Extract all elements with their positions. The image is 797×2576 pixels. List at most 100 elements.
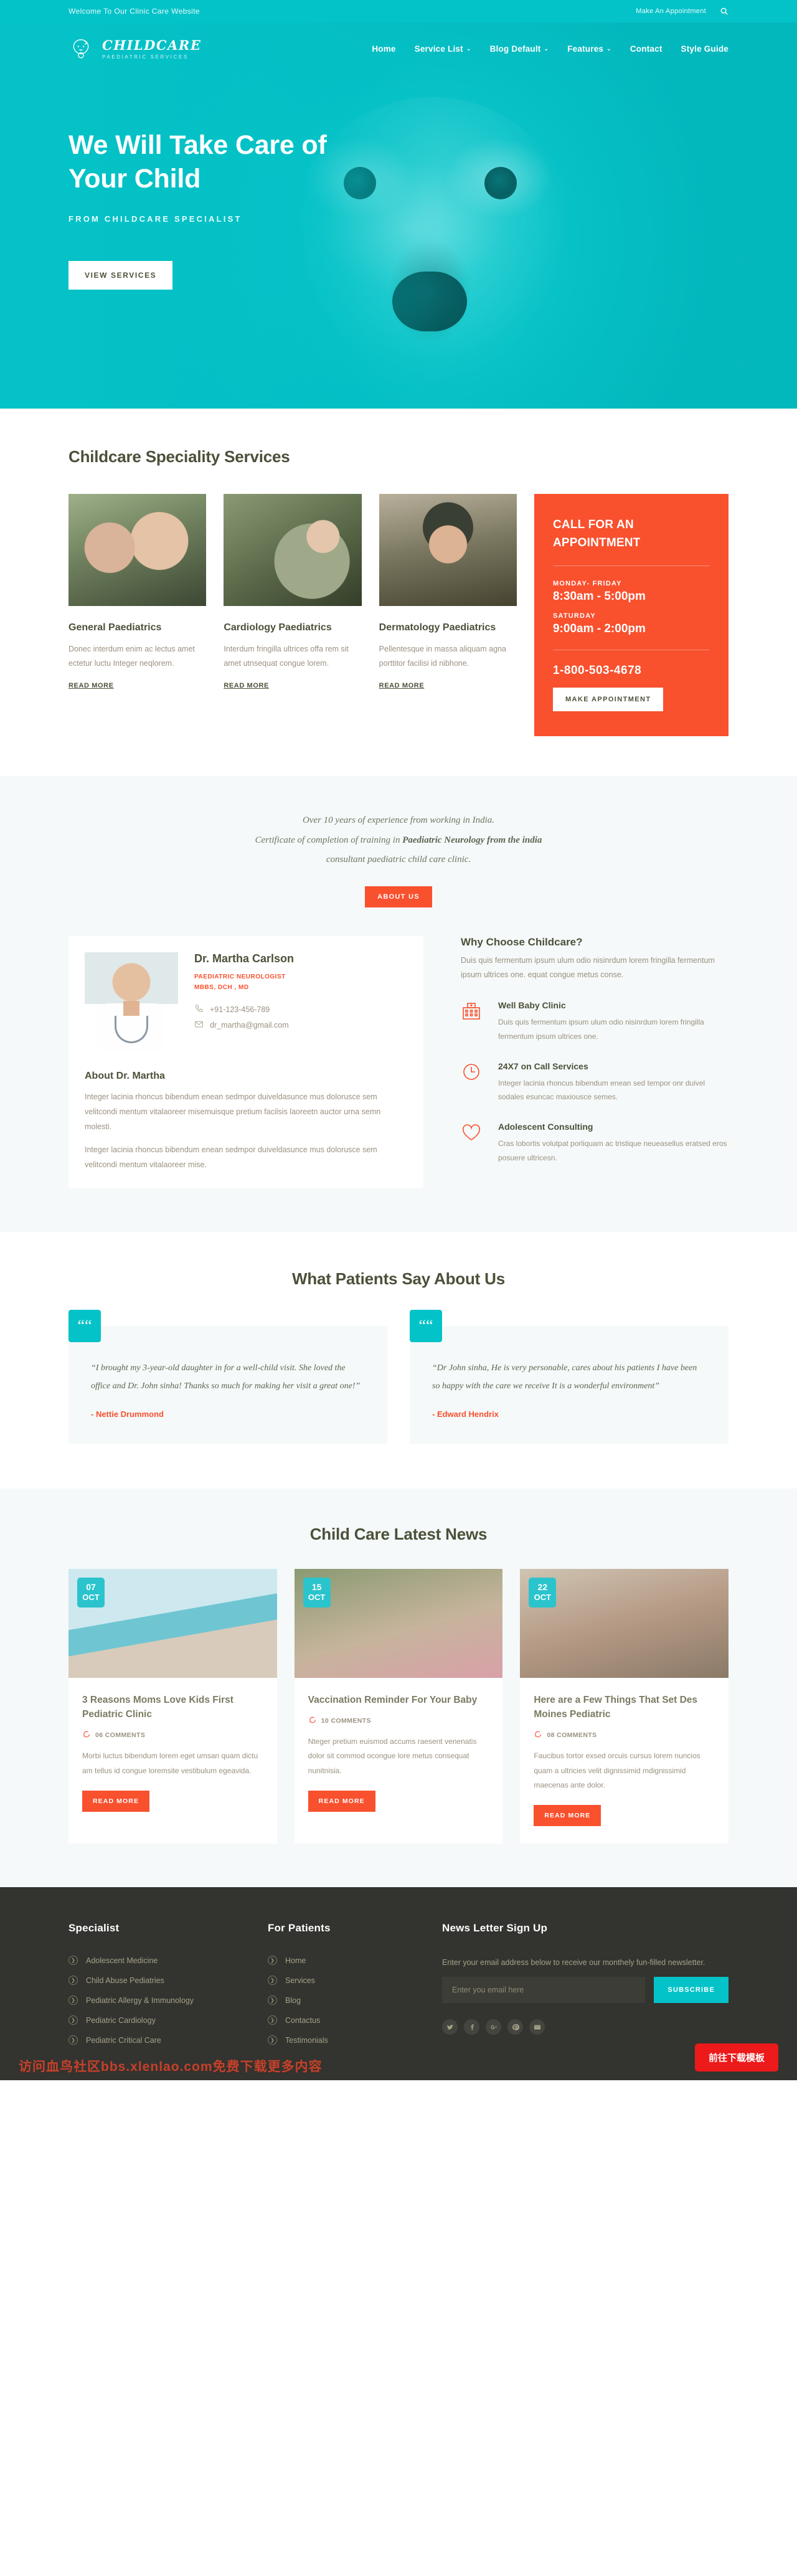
footer-link[interactable]: Blog — [285, 1996, 301, 2005]
footer-link[interactable]: Adolescent Medicine — [86, 1956, 158, 1965]
chevron-right-icon: ❯ — [268, 1956, 277, 1966]
why-choose-block: Why Choose Childcare? Duis quis fermentu… — [461, 936, 729, 1165]
date-badge: 07 OCT — [77, 1577, 105, 1608]
quote-icon: ““ — [410, 1310, 442, 1343]
download-template-button[interactable]: 前往下载模板 — [694, 2043, 778, 2072]
read-more-link[interactable]: READ MORE — [379, 682, 425, 689]
footer-link-item[interactable]: ❯ Pediatric Cardiology — [68, 2015, 255, 2025]
footer-specialist-column: Specialist ❯ Adolescent Medicine ❯ Child A… — [68, 1922, 255, 2055]
news-card[interactable]: 22 OCT Here are a Few Things That Set De… — [520, 1568, 729, 1844]
doctor-phone-row[interactable]: +91-123-456-789 — [194, 1004, 294, 1015]
quote-icon: ““ — [68, 1310, 101, 1343]
nav-item-style-guide[interactable]: Style Guide — [681, 44, 729, 54]
nav-label: Features — [567, 44, 604, 54]
testimonial-author: - Edward Hendrix — [432, 1409, 499, 1419]
news-headline: Vaccination Reminder For Your Baby — [308, 1694, 478, 1705]
chevron-right-icon: ❯ — [68, 2035, 78, 2045]
footer-link-item[interactable]: ❯ Child Abuse Pediatries — [68, 1976, 255, 1986]
twitter-icon[interactable] — [442, 2019, 458, 2035]
subscribe-button[interactable]: SUBSCRIBE — [654, 1977, 729, 2004]
weekday-label: MONDAY- FRIDAY — [552, 580, 622, 587]
chevron-down-icon: ⌄ — [544, 45, 549, 52]
nav-item-service-list[interactable]: Service List ⌄ — [415, 44, 471, 54]
footer-link-item[interactable]: ❯ Home — [268, 1956, 430, 1966]
pinterest-icon[interactable] — [507, 2019, 523, 2035]
about-us-button[interactable]: ABOUT US — [365, 886, 432, 907]
make-appointment-link[interactable]: Make An Appointment — [636, 7, 706, 15]
testimonial-card: ““ “Dr John sinha, He is very personable… — [410, 1310, 729, 1444]
brand-logo[interactable]: CHILDCARE PAEDIATRIC SERVICES — [68, 36, 201, 61]
footer-link-item[interactable]: ❯ Pediatric Allergy & Immunology — [68, 1996, 255, 2005]
footer-link[interactable]: Home — [285, 1956, 306, 1965]
footer-link-item[interactable]: ❯ Services — [268, 1976, 430, 1986]
date-month: OCT — [82, 1593, 100, 1603]
comment-icon — [534, 1730, 542, 1740]
footer-link[interactable]: Services — [285, 1976, 315, 1985]
navbar: CHILDCARE PAEDIATRIC SERVICES Home Servi… — [31, 22, 766, 61]
footer-link[interactable]: Pediatric Cardiology — [86, 2016, 156, 2025]
news-meta: 10 COMMENTS — [308, 1716, 489, 1726]
service-card[interactable]: Dermatology Paediatrics Pellentesque in … — [379, 494, 517, 691]
news-comment-count: 10 COMMENTS — [321, 1717, 371, 1725]
chevron-right-icon: ❯ — [68, 1996, 78, 2005]
footer-link[interactable]: Child Abuse Pediatries — [86, 1976, 164, 1985]
testimonial-author: - Nettie Drummond — [91, 1409, 164, 1419]
footer-link[interactable]: Pediatric Allergy & Immunology — [86, 1996, 194, 2005]
news-meta: 08 COMMENTS — [534, 1730, 715, 1740]
news-card[interactable]: 15 OCT Vaccination Reminder For Your Bab… — [294, 1568, 503, 1844]
search-icon[interactable] — [720, 7, 729, 16]
service-card[interactable]: General Paediatrics Donec interdum enim … — [68, 494, 207, 691]
nav-item-home[interactable]: Home — [372, 44, 395, 54]
feature-item: Adolescent Consulting Cras lobortis volu… — [461, 1122, 729, 1165]
footer-link[interactable]: Pediatric Critical Care — [86, 2036, 161, 2045]
news-image: 15 OCT — [294, 1568, 503, 1678]
chevron-right-icon: ❯ — [268, 2035, 277, 2045]
nav-item-features[interactable]: Features ⌄ — [567, 44, 611, 54]
service-description: Pellentesque in massa aliquam agna portt… — [379, 645, 506, 668]
footer: Specialist ❯ Adolescent Medicine ❯ Child A… — [0, 1887, 797, 2081]
news-card[interactable]: 07 OCT 3 Reasons Moms Love Kids First Pe… — [68, 1568, 277, 1844]
chevron-right-icon: ❯ — [68, 1976, 78, 1986]
newsletter-email-input[interactable] — [442, 1977, 646, 2004]
nav-label: Style Guide — [681, 44, 729, 54]
make-appointment-button[interactable]: MAKE APPOINTMENT — [552, 688, 664, 711]
footer-link[interactable]: Contactus — [285, 2016, 320, 2025]
feature-title: 24X7 on Call Services — [498, 1061, 588, 1071]
footer-link-item[interactable]: ❯ Pediatric Critical Care — [68, 2035, 255, 2045]
feature-title: Well Baby Clinic — [498, 1000, 566, 1010]
footer-newsletter-column: News Letter Sign Up Enter your email add… — [442, 1922, 729, 2055]
why-choose-heading: Why Choose Childcare? — [461, 935, 583, 948]
about-line-2: Certificate of completion of training in… — [68, 831, 729, 851]
read-more-button[interactable]: READ MORE — [534, 1805, 601, 1827]
envelope-icon[interactable] — [529, 2019, 545, 2035]
footer-link-item[interactable]: ❯ Blog — [268, 1996, 430, 2005]
read-more-link[interactable]: READ MORE — [224, 682, 269, 689]
nav-item-blog-default[interactable]: Blog Default ⌄ — [490, 44, 549, 54]
read-more-button[interactable]: READ MORE — [308, 1791, 375, 1812]
read-more-link[interactable]: READ MORE — [68, 682, 114, 689]
google-plus-icon[interactable] — [486, 2019, 501, 2035]
appointment-card: CALL FOR AN APPOINTMENT MONDAY- FRIDAY 8… — [534, 494, 729, 736]
facebook-icon[interactable] — [464, 2019, 479, 2035]
doctor-email-row[interactable]: dr_martha@gmail.com — [194, 1020, 294, 1031]
footer-link-item[interactable]: ❯ Adolescent Medicine — [68, 1956, 255, 1966]
news-comment-count: 08 COMMENTS — [547, 1731, 597, 1740]
date-badge: 22 OCT — [529, 1577, 557, 1608]
nav-item-contact[interactable]: Contact — [630, 44, 663, 54]
social-links — [442, 2019, 729, 2035]
date-day: 22 — [537, 1581, 548, 1592]
testimonials-title: What Patients Say About Us — [292, 1269, 505, 1289]
footer-link[interactable]: Testimonials — [285, 2036, 328, 2045]
news-image: 22 OCT — [520, 1568, 729, 1678]
read-more-button[interactable]: READ MORE — [82, 1791, 150, 1812]
watermark-text: 访问血鸟社区bbs.xlenlao.com免费下载更多内容 — [19, 2060, 323, 2075]
footer-link-item[interactable]: ❯ Testimonials — [268, 2035, 430, 2045]
feature-desc: Integer lacinia rhoncus bibendum enean s… — [498, 1078, 705, 1102]
brand-name: CHILDCARE — [102, 37, 202, 53]
view-services-button[interactable]: VIEW SERVICES — [68, 261, 173, 290]
news-excerpt: Morbi luctus bibendum lorem eget umsan q… — [82, 1751, 258, 1775]
service-name: Dermatology Paediatrics — [379, 622, 496, 633]
footer-link-item[interactable]: ❯ Contactus — [268, 2015, 430, 2025]
service-card[interactable]: Cardiology Paediatrics Interdum fringill… — [224, 494, 362, 691]
why-choose-intro: Duis quis fermentum ipsum ulum odio nisi… — [461, 955, 715, 980]
